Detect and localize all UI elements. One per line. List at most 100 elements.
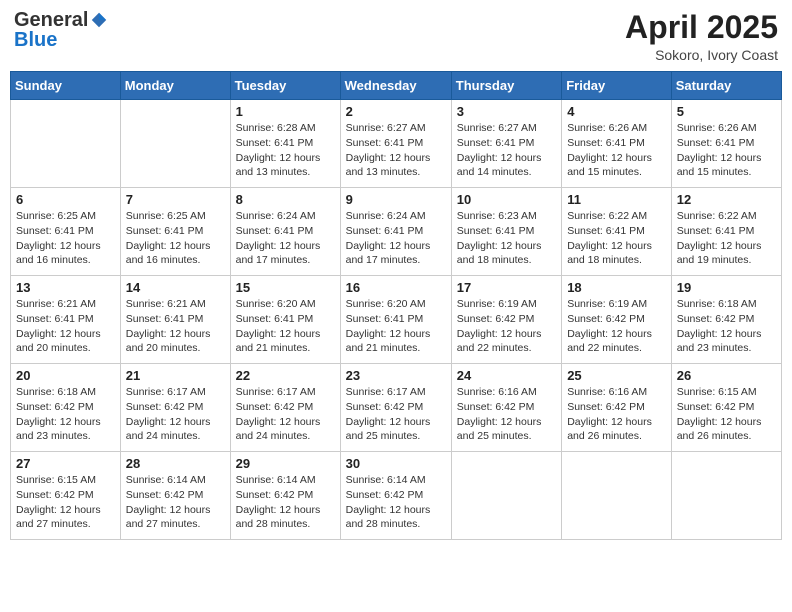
table-row: 15Sunrise: 6:20 AMSunset: 6:41 PMDayligh…: [230, 276, 340, 364]
sunrise-text: Sunrise: 6:26 AM: [567, 121, 666, 136]
table-row: [671, 452, 781, 540]
day-number: 27: [16, 456, 115, 471]
sunrise-text: Sunrise: 6:25 AM: [126, 209, 225, 224]
sunrise-text: Sunrise: 6:22 AM: [567, 209, 666, 224]
daylight-text: Daylight: 12 hoursand 22 minutes.: [457, 327, 556, 356]
sunset-text: Sunset: 6:42 PM: [236, 400, 335, 415]
table-row: 30Sunrise: 6:14 AMSunset: 6:42 PMDayligh…: [340, 452, 451, 540]
daylight-text: Daylight: 12 hoursand 16 minutes.: [16, 239, 115, 268]
day-number: 21: [126, 368, 225, 383]
cell-info: Sunrise: 6:16 AMSunset: 6:42 PMDaylight:…: [457, 385, 556, 444]
logo-blue-text: Blue: [14, 30, 57, 50]
sunset-text: Sunset: 6:41 PM: [236, 224, 335, 239]
calendar-week-row: 13Sunrise: 6:21 AMSunset: 6:41 PMDayligh…: [11, 276, 782, 364]
sunset-text: Sunset: 6:41 PM: [126, 224, 225, 239]
sunrise-text: Sunrise: 6:27 AM: [346, 121, 446, 136]
sunset-text: Sunset: 6:41 PM: [677, 224, 776, 239]
calendar-week-row: 1Sunrise: 6:28 AMSunset: 6:41 PMDaylight…: [11, 100, 782, 188]
cell-info: Sunrise: 6:14 AMSunset: 6:42 PMDaylight:…: [236, 473, 335, 532]
sunset-text: Sunset: 6:41 PM: [16, 224, 115, 239]
sunrise-text: Sunrise: 6:25 AM: [16, 209, 115, 224]
calendar-week-row: 20Sunrise: 6:18 AMSunset: 6:42 PMDayligh…: [11, 364, 782, 452]
sunrise-text: Sunrise: 6:14 AM: [236, 473, 335, 488]
daylight-text: Daylight: 12 hoursand 13 minutes.: [236, 151, 335, 180]
cell-info: Sunrise: 6:15 AMSunset: 6:42 PMDaylight:…: [677, 385, 776, 444]
sunset-text: Sunset: 6:42 PM: [677, 400, 776, 415]
day-number: 15: [236, 280, 335, 295]
sunset-text: Sunset: 6:41 PM: [346, 136, 446, 151]
sunrise-text: Sunrise: 6:19 AM: [457, 297, 556, 312]
day-number: 24: [457, 368, 556, 383]
sunset-text: Sunset: 6:41 PM: [236, 136, 335, 151]
table-row: 24 Sunrise: 6:16 AMSunset: 6:42 PMDayligh…: [451, 364, 561, 452]
cell-info: Sunrise: 6:14 AMSunset: 6:42 PMDaylight:…: [126, 473, 225, 532]
logo-general-text: General: [14, 10, 88, 30]
sunrise-text: Sunrise: 6:16 AM: [567, 385, 666, 400]
sunset-text: Sunset: 6:42 PM: [677, 312, 776, 327]
table-row: 16Sunrise: 6:20 AMSunset: 6:41 PMDayligh…: [340, 276, 451, 364]
table-row: 12Sunrise: 6:22 AMSunset: 6:41 PMDayligh…: [671, 188, 781, 276]
day-number: 23: [346, 368, 446, 383]
sunrise-text: Sunrise: 6:24 AM: [236, 209, 335, 224]
daylight-text: Daylight: 12 hoursand 20 minutes.: [16, 327, 115, 356]
daylight-text: Daylight: 12 hoursand 14 minutes.: [457, 151, 556, 180]
sunset-text: Sunset: 6:42 PM: [126, 488, 225, 503]
table-row: 17 Sunrise: 6:19 AMSunset: 6:42 PMDayligh…: [451, 276, 561, 364]
table-row: 21Sunrise: 6:17 AMSunset: 6:42 PMDayligh…: [120, 364, 230, 452]
table-row: 3Sunrise: 6:27 AMSunset: 6:41 PMDaylight…: [451, 100, 561, 188]
day-number: 8: [236, 192, 335, 207]
sunrise-text: Sunrise: 6:23 AM: [457, 209, 556, 224]
table-row: 9Sunrise: 6:24 AMSunset: 6:41 PMDaylight…: [340, 188, 451, 276]
daylight-text: Daylight: 12 hoursand 23 minutes.: [677, 327, 776, 356]
daylight-text: Daylight: 12 hoursand 26 minutes.: [567, 415, 666, 444]
daylight-text: Daylight: 12 hoursand 18 minutes.: [457, 239, 556, 268]
table-row: 29Sunrise: 6:14 AMSunset: 6:42 PMDayligh…: [230, 452, 340, 540]
day-number: 1: [236, 104, 335, 119]
header-friday: Friday: [562, 72, 672, 100]
sunrise-text: Sunrise: 6:14 AM: [126, 473, 225, 488]
location-title: Sokoro, Ivory Coast: [625, 47, 778, 63]
day-number: 16: [346, 280, 446, 295]
sunset-text: Sunset: 6:42 PM: [567, 312, 666, 327]
sunrise-text: Sunrise: 6:18 AM: [677, 297, 776, 312]
cell-info: Sunrise: 6:18 AMSunset: 6:42 PMDaylight:…: [677, 297, 776, 356]
day-number: 17: [457, 280, 556, 295]
table-row: 10Sunrise: 6:23 AMSunset: 6:41 PMDayligh…: [451, 188, 561, 276]
daylight-text: Daylight: 12 hoursand 26 minutes.: [677, 415, 776, 444]
sunset-text: Sunset: 6:42 PM: [346, 400, 446, 415]
day-number: 20: [16, 368, 115, 383]
cell-info: Sunrise: 6:24 AMSunset: 6:41 PMDaylight:…: [236, 209, 335, 268]
sunrise-text: Sunrise: 6:15 AM: [16, 473, 115, 488]
table-row: 28Sunrise: 6:14 AMSunset: 6:42 PMDayligh…: [120, 452, 230, 540]
table-row: 5Sunrise: 6:26 AMSunset: 6:41 PMDaylight…: [671, 100, 781, 188]
day-number: 22: [236, 368, 335, 383]
daylight-text: Daylight: 12 hoursand 27 minutes.: [126, 503, 225, 532]
table-row: 6 Sunrise: 6:25 AMSunset: 6:41 PMDaylight…: [11, 188, 121, 276]
daylight-text: Daylight: 12 hoursand 17 minutes.: [236, 239, 335, 268]
title-area: April 2025 Sokoro, Ivory Coast: [625, 10, 778, 63]
table-row: 26Sunrise: 6:15 AMSunset: 6:42 PMDayligh…: [671, 364, 781, 452]
day-number: 6: [16, 192, 115, 207]
day-number: 4: [567, 104, 666, 119]
sunset-text: Sunset: 6:41 PM: [567, 136, 666, 151]
sunset-text: Sunset: 6:41 PM: [346, 224, 446, 239]
sunrise-text: Sunrise: 6:18 AM: [16, 385, 115, 400]
sunset-text: Sunset: 6:41 PM: [126, 312, 225, 327]
daylight-text: Daylight: 12 hoursand 28 minutes.: [236, 503, 335, 532]
daylight-text: Daylight: 12 hoursand 21 minutes.: [346, 327, 446, 356]
cell-info: Sunrise: 6:21 AMSunset: 6:41 PMDaylight:…: [16, 297, 115, 356]
table-row: 4Sunrise: 6:26 AMSunset: 6:41 PMDaylight…: [562, 100, 672, 188]
sunset-text: Sunset: 6:41 PM: [346, 312, 446, 327]
cell-info: Sunrise: 6:14 AMSunset: 6:42 PMDaylight:…: [346, 473, 446, 532]
daylight-text: Daylight: 12 hoursand 17 minutes.: [346, 239, 446, 268]
day-number: 10: [457, 192, 556, 207]
header-thursday: Thursday: [451, 72, 561, 100]
table-row: 8 Sunrise: 6:24 AMSunset: 6:41 PMDaylight…: [230, 188, 340, 276]
sunrise-text: Sunrise: 6:16 AM: [457, 385, 556, 400]
sunset-text: Sunset: 6:42 PM: [457, 312, 556, 327]
sunset-text: Sunset: 6:42 PM: [16, 400, 115, 415]
cell-info: Sunrise: 6:16 AMSunset: 6:42 PMDaylight:…: [567, 385, 666, 444]
cell-info: Sunrise: 6:27 AMSunset: 6:41 PMDaylight:…: [457, 121, 556, 180]
sunrise-text: Sunrise: 6:28 AM: [236, 121, 335, 136]
table-row: 11Sunrise: 6:22 AMSunset: 6:41 PMDayligh…: [562, 188, 672, 276]
